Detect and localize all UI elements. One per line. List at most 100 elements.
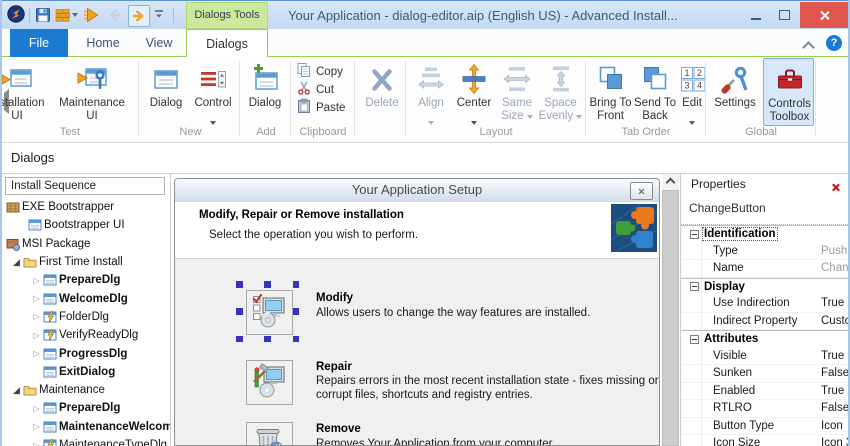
maximize-button[interactable] [770,2,798,28]
setup-logo-icon[interactable] [610,203,658,257]
expander-closed-icon[interactable]: ▷ [30,331,43,340]
same-size-button[interactable]: Same Size [496,59,538,123]
tree-item-maintenancewelcomedlg[interactable]: ▷MaintenanceWelcomeDlg [2,418,170,436]
send-to-back-button[interactable]: Send To Back [634,59,676,123]
preview-close-button[interactable] [630,182,653,200]
expander-closed-icon[interactable]: ▷ [30,349,43,358]
content: Install Sequence EXE Bootstrapper Bootst… [2,174,848,446]
close-button[interactable] [800,2,848,28]
settings-button[interactable]: Settings [709,59,761,110]
center-button[interactable]: Center [453,59,495,130]
page-title-bar: Dialogs [2,143,848,174]
repair-option-desc[interactable]: Repairs errors in the most recent instal… [316,375,659,402]
dialog-preview: Your Application Setup Modify, Repair or… [174,178,660,446]
tree-item-first-time-install[interactable]: ◢ First Time Install [2,253,170,271]
add-dialog-button[interactable]: Dialog [242,59,288,110]
property-row-sunken[interactable]: Sunken False [681,365,848,383]
test-installation-ui-button[interactable]: Installation UI [2,59,48,123]
scrollbar-thumb[interactable] [662,190,679,446]
expander-closed-icon[interactable]: ▷ [30,276,43,285]
tab-file[interactable]: File [10,29,68,57]
tree-item-folderdlg[interactable]: ▷ FolderDlg [2,308,170,326]
build-dropdown-caret-icon[interactable] [72,13,78,17]
save-icon[interactable] [35,7,51,23]
property-group-identification[interactable]: Identification [681,225,848,243]
expander-open-icon[interactable]: ◢ [10,385,23,396]
tree-item-progressdlg[interactable]: ▷ ProgressDlg [2,344,170,362]
collapse-group-icon[interactable] [690,282,699,292]
tree-item-preparedlg[interactable]: ▷ PrepareDlg [2,271,170,289]
tree-item-exe-bootstrapper[interactable]: EXE Bootstrapper [2,198,170,216]
remove-option-desc[interactable]: Removes Your Application from your compu… [316,438,659,445]
property-row-use-indirection[interactable]: Use Indirection True [681,295,848,313]
expander-closed-icon[interactable]: ▷ [30,441,43,446]
tab-dialogs[interactable]: Dialogs [186,29,268,57]
help-icon[interactable]: ? [826,35,842,51]
property-row-indirect-property[interactable]: Indirect PropertyCustom [681,313,848,330]
test-maintenance-ui-button[interactable]: Maintenance UI [50,59,134,123]
property-group-display[interactable]: Display [681,277,848,296]
property-row-rtlro[interactable]: RTLRO False [681,400,848,418]
tree-header[interactable]: Install Sequence [5,177,165,195]
collapse-ribbon-icon[interactable] [802,39,815,57]
build-icon[interactable] [55,7,71,23]
new-dialog-button[interactable]: Dialog [143,59,189,110]
tree-item-exitdialog[interactable]: ExitDialog [2,363,170,381]
minimize-button[interactable] [742,2,769,28]
tree-item-preparedlg-2[interactable]: ▷ PrepareDlg [2,399,170,417]
preview-dialog-titlebar[interactable]: Your Application Setup [175,179,659,203]
repair-button-control[interactable] [246,360,293,405]
property-row-type[interactable]: TypePushButton [681,243,848,260]
property-row-visible[interactable]: Visible True [681,348,848,365]
remove-option-title[interactable]: Remove [316,423,361,435]
qat-separator [173,8,174,23]
delete-button[interactable]: Delete [358,59,406,110]
cut-button[interactable]: Cut [296,80,334,99]
tree-item-msi-package[interactable]: MSI Package [2,235,170,253]
space-evenly-button[interactable]: Space Evenly [538,59,583,123]
property-row-name[interactable]: NameChangeButton [681,260,848,278]
align-button[interactable]: Align [410,59,452,130]
tree-item-maintenancetypedlg[interactable]: ▷ MaintenanceTypeDlg [2,436,170,446]
property-row-button-type[interactable]: Button Type Icon [681,418,848,435]
tree-item-welcomedlg[interactable]: ▷ WelcomeDlg [2,289,170,307]
modify-option-desc[interactable]: Allows users to change the way features … [316,307,659,321]
remove-button-control[interactable] [246,422,293,445]
expander-closed-icon[interactable]: ▷ [30,312,43,321]
collapse-group-icon[interactable] [690,229,699,239]
expander-closed-icon[interactable]: ▷ [30,404,43,413]
copy-icon [296,62,312,81]
repair-option-title[interactable]: Repair [316,361,352,373]
tab-view[interactable]: View [134,29,184,57]
bring-to-front-button[interactable]: Bring To Front [588,59,633,123]
property-row-icon-size[interactable]: Icon SizeIcon 32 [681,435,848,446]
app-logo-icon[interactable] [7,5,25,23]
copy-button[interactable]: Copy [296,62,343,81]
qat-customize-icon[interactable] [153,7,165,21]
back-icon[interactable] [106,7,122,23]
preview-header-subtitle[interactable]: Select the operation you wish to perform… [209,229,418,241]
scroll-up-icon[interactable] [662,174,679,190]
controls-toolbox-button[interactable]: Controls Toolbox [763,58,814,126]
tab-home[interactable]: Home [75,29,131,57]
modify-option-title[interactable]: Modify [316,292,353,304]
tree-item-verifyreadydlg[interactable]: ▷ VerifyReadyDlg [2,326,170,344]
preview-header-title[interactable]: Modify, Repair or Remove installation [199,209,404,221]
paste-button[interactable]: Paste [296,98,345,117]
expander-open-icon[interactable]: ◢ [10,257,23,268]
property-group-attributes[interactable]: Attributes [681,330,848,348]
edit-tab-order-button[interactable]: 1234 Edit [677,59,707,130]
group-label-tab-order: Tab Order [621,126,671,138]
preview-scrollbar[interactable] [662,174,679,446]
new-control-button[interactable]: Control [190,59,236,130]
collapse-group-icon[interactable] [690,334,699,344]
forward-icon[interactable] [128,5,150,27]
expander-closed-icon[interactable]: ▷ [30,294,43,303]
property-row-enabled[interactable]: Enabled True [681,383,848,400]
tree-item-bootstrapper-ui[interactable]: Bootstrapper UI [2,216,170,234]
tree-item-maintenance[interactable]: ◢ Maintenance [2,381,170,399]
modify-button-control[interactable] [246,290,293,335]
contextual-tab-group[interactable]: Dialogs Tools [186,2,268,29]
run-icon[interactable] [82,6,100,24]
expander-closed-icon[interactable]: ▷ [30,422,43,431]
